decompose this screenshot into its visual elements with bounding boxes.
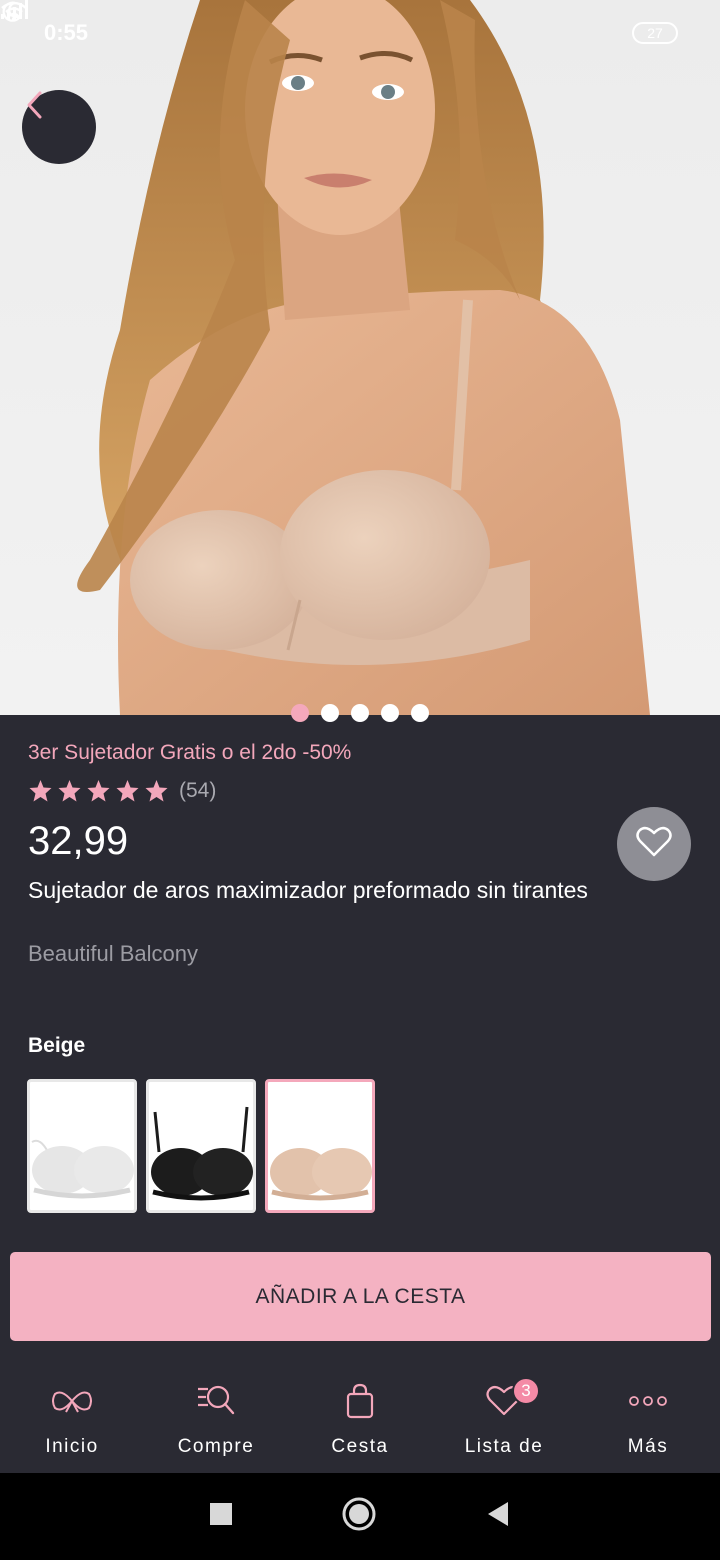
- star-icon: [58, 780, 81, 802]
- more-icon: [628, 1381, 668, 1421]
- back-triangle-icon[interactable]: [486, 1501, 510, 1532]
- carousel-dot[interactable]: [381, 704, 399, 722]
- nav-label: Más: [627, 1436, 669, 1457]
- nav-label: Inicio: [45, 1436, 99, 1457]
- heart-icon: [636, 826, 672, 863]
- star-icon: [116, 780, 139, 802]
- add-to-cart-button[interactable]: AÑADIR A LA CESTA: [10, 1252, 711, 1341]
- product-title: Sujetador de aros maximizador preformado…: [28, 877, 588, 903]
- home-icon[interactable]: [342, 1497, 376, 1536]
- rating[interactable]: (54): [28, 779, 216, 803]
- bag-icon: [340, 1381, 380, 1421]
- wishlist-button[interactable]: [617, 807, 691, 881]
- color-swatch-white[interactable]: [27, 1079, 137, 1213]
- price: 32,99: [28, 819, 129, 863]
- color-swatches: [27, 1079, 375, 1213]
- nav-item-compre[interactable]: Compre: [144, 1365, 288, 1473]
- product-image-carousel[interactable]: 0:55 27: [0, 0, 720, 715]
- carousel-dot[interactable]: [291, 704, 309, 722]
- carousel-dot[interactable]: [321, 704, 339, 722]
- color-swatch-black[interactable]: [146, 1079, 256, 1213]
- wishlist-count-badge: 3: [512, 1377, 540, 1405]
- selected-color-label: Beige: [28, 1034, 86, 1057]
- product-photo: [77, 0, 650, 715]
- promo-text[interactable]: 3er Sujetador Gratis o el 2do -50%: [28, 741, 351, 765]
- carousel-dot[interactable]: [351, 704, 369, 722]
- status-time: 0:55: [44, 20, 89, 45]
- bra-thumbnail-black: [151, 1106, 253, 1201]
- system-navigation-bar: [0, 1473, 720, 1560]
- status-bar: 0:55 27: [0, 0, 720, 66]
- collection-name: Beautiful Balcony: [28, 941, 198, 966]
- bra-thumbnail-beige: [270, 1148, 372, 1201]
- star-icon: [145, 780, 168, 802]
- battery-icon: 27: [632, 22, 678, 44]
- nav-item-mas[interactable]: Más: [576, 1365, 720, 1473]
- recent-apps-icon[interactable]: [210, 1503, 232, 1530]
- carousel-dot[interactable]: [411, 704, 429, 722]
- nav-label: Lista de: [464, 1436, 544, 1457]
- star-icon: [87, 780, 110, 802]
- back-button[interactable]: [22, 90, 96, 164]
- nav-item-inicio[interactable]: Inicio: [0, 1365, 144, 1473]
- bra-thumbnail-white: [31, 1139, 134, 1199]
- nav-label: Compre: [177, 1436, 255, 1457]
- star-icon: [29, 780, 52, 802]
- bottom-nav: Inicio Compre Cesta 3 Lista de Más: [0, 1365, 720, 1473]
- nav-item-cesta[interactable]: Cesta: [288, 1365, 432, 1473]
- nav-label: Cesta: [331, 1436, 389, 1457]
- color-swatch-beige[interactable]: [265, 1079, 375, 1213]
- nav-item-lista-de-deseos[interactable]: 3 Lista de: [432, 1365, 576, 1473]
- search-list-icon: [196, 1381, 236, 1421]
- rating-count: (54): [179, 779, 217, 802]
- carousel-indicator: [0, 704, 720, 722]
- bow-icon: [52, 1381, 92, 1421]
